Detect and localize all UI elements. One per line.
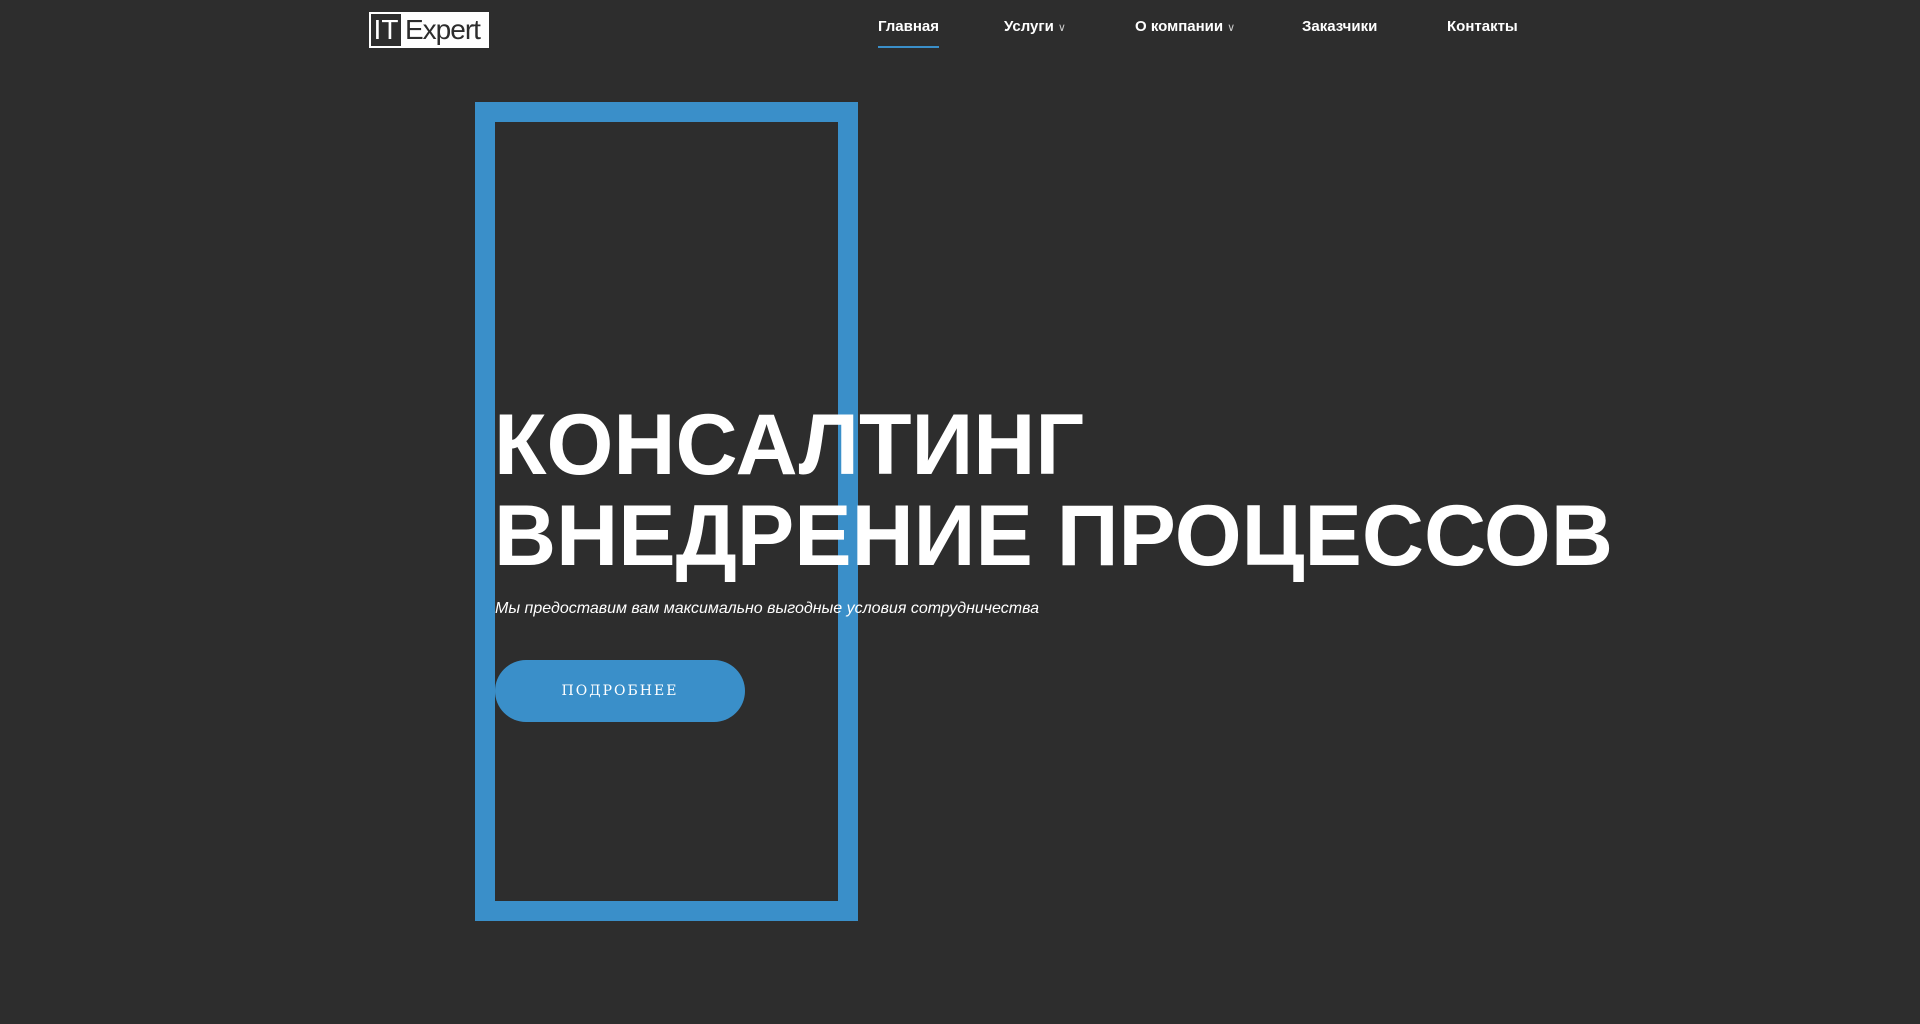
hero-title-line2: ВНЕДРЕНИЕ ПРОЦЕССОВ: [494, 488, 1613, 584]
nav-label: Главная: [878, 18, 940, 35]
hero-title: КОНСАЛТИНГ ВНЕДРЕНИЕ ПРОЦЕССОВ: [494, 400, 1613, 582]
hero-title-line1: КОНСАЛТИНГ: [494, 397, 1085, 493]
nav-item-about[interactable]: О компании ∨: [1135, 18, 1235, 35]
nav-item-services[interactable]: Услуги ∨: [1004, 18, 1066, 35]
logo-it: IT: [371, 14, 401, 46]
logo-expert: Expert: [405, 14, 481, 45]
chevron-down-icon: ∨: [1057, 22, 1066, 34]
logo[interactable]: IT Expert: [369, 12, 489, 48]
hero-subtitle: Мы предоставим вам максимально выгодные …: [495, 600, 1039, 617]
nav-label: Контакты: [1447, 18, 1518, 35]
nav-label: Услуги: [1004, 18, 1054, 35]
chevron-down-icon: ∨: [1227, 22, 1236, 34]
nav-item-home[interactable]: Главная: [878, 18, 940, 48]
nav-label: О компании: [1135, 18, 1224, 35]
nav-item-clients[interactable]: Заказчики: [1302, 18, 1377, 35]
nav-item-contacts[interactable]: Контакты: [1447, 18, 1518, 35]
more-button[interactable]: ПОДРОБНЕЕ: [495, 660, 745, 722]
nav-label: Заказчики: [1302, 18, 1378, 35]
